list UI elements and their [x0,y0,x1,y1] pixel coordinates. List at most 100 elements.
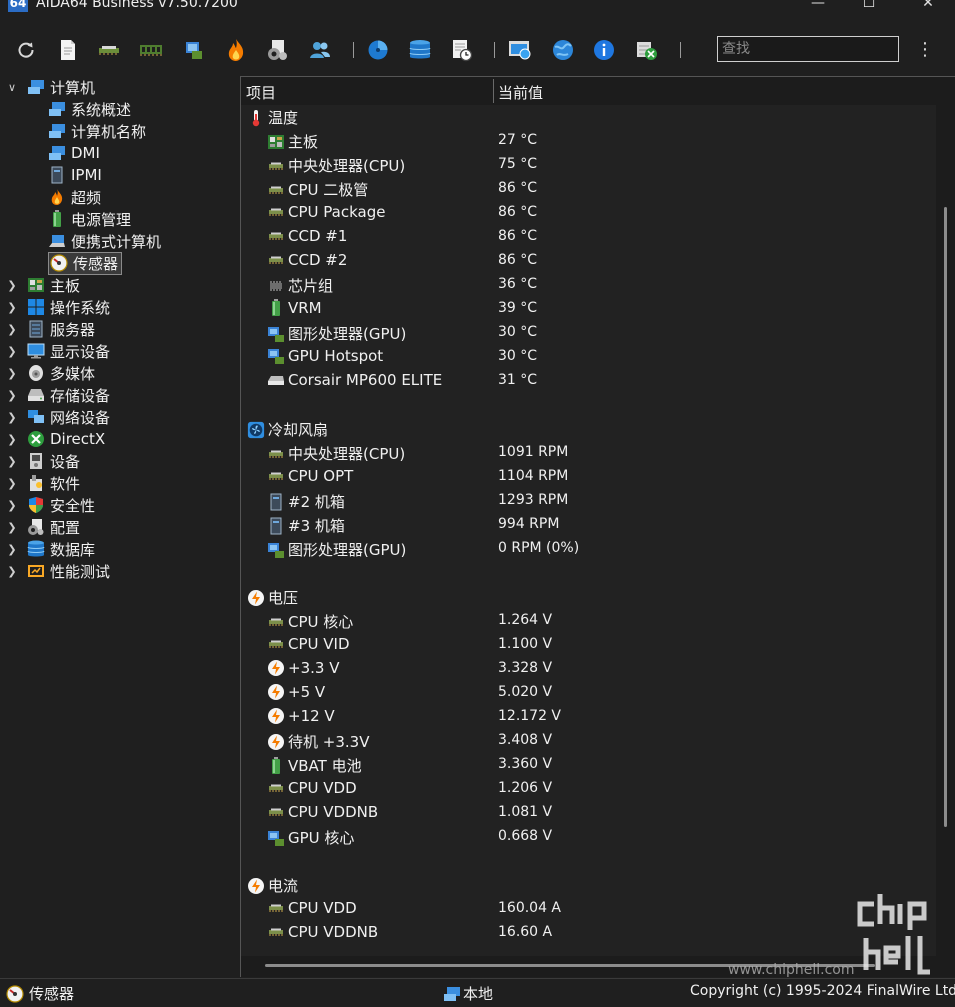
chevron-right-icon[interactable]: ❯ [5,274,19,296]
sensor-row[interactable]: 中央处理器(CPU) 75 °C [241,153,936,177]
database-icon[interactable] [408,38,432,62]
chevron-right-icon[interactable]: ❯ [5,472,19,494]
tree-child-item[interactable]: IPMI [48,164,102,186]
tree-item[interactable]: ❯ 操作系统 [5,296,110,318]
tree-child-item[interactable]: DMI [48,142,100,164]
chevron-right-icon[interactable]: ❯ [5,538,19,560]
config-icon[interactable] [266,38,290,62]
tree-item[interactable]: ❯ 设备 [5,450,80,472]
memory-icon[interactable] [139,38,163,62]
sensor-row[interactable]: CPU VID 1.100 V [241,633,936,657]
sensor-row[interactable]: CPU VDD 160.04 A [241,897,936,921]
sensor-row[interactable]: +3.3 V 3.328 V [241,657,936,681]
sensor-row[interactable]: Corsair MP600 ELITE 31 °C [241,369,936,393]
chevron-right-icon[interactable]: ❯ [5,384,19,406]
info-icon[interactable] [592,38,616,62]
excel-icon[interactable] [635,38,659,62]
tree-child-item[interactable]: 传感器 [48,251,123,275]
tree-item-wrap[interactable]: 便携式计算机 [48,231,161,252]
tree-item-computer[interactable]: ∨ 计算机 [5,76,95,98]
tree-item[interactable]: ❯ DirectX [5,428,105,450]
disk-icon[interactable] [366,38,390,62]
tree-child-item[interactable]: 计算机名称 [48,120,146,142]
chevron-right-icon[interactable]: ❯ [5,362,19,384]
tree-item[interactable]: ❯ 安全性 [5,494,95,516]
chevron-right-icon[interactable]: ❯ [5,340,19,362]
chevron-right-icon[interactable]: ❯ [5,406,19,428]
sensor-row[interactable]: #3 机箱 994 RPM [241,513,936,537]
schedule-icon[interactable] [450,38,474,62]
close-button[interactable]: ✕ [905,0,951,14]
report-icon[interactable] [56,38,80,62]
sensor-row[interactable]: +12 V 12.172 V [241,705,936,729]
chevron-right-icon[interactable]: ❯ [5,516,19,538]
motherboard-icon[interactable] [97,38,121,62]
sensor-row[interactable]: VRM 39 °C [241,297,936,321]
tree-item[interactable]: ❯ 显示设备 [5,340,110,362]
tree-item[interactable]: ❯ 服务器 [5,318,95,340]
vertical-scrollbar[interactable] [944,207,947,827]
tree-item-wrap[interactable]: 系统概述 [48,99,131,120]
sensor-row[interactable]: CCD #1 86 °C [241,225,936,249]
selected-highlight[interactable]: 传感器 [48,251,123,275]
refresh-icon[interactable] [14,38,38,62]
tree-item-wrap[interactable]: 超频 [48,187,101,208]
sensor-row[interactable]: VBAT 电池 3.360 V [241,753,936,777]
overclock-icon[interactable] [224,38,248,62]
tree-item[interactable]: ❯ 主板 [5,274,80,296]
network-icon[interactable] [551,38,575,62]
sensor-row[interactable]: CPU VDDNB 16.60 A [241,921,936,945]
chevron-right-icon[interactable]: ❯ [5,450,19,472]
tree-item[interactable]: ❯ 多媒体 [5,362,95,384]
sensor-row[interactable]: CPU 核心 1.264 V [241,609,936,633]
sensor-group-header[interactable]: 电流 [241,873,936,897]
sensor-row[interactable]: GPU 核心 0.668 V [241,825,936,849]
tree-item[interactable]: ❯ 存储设备 [5,384,110,406]
chevron-right-icon[interactable]: ❯ [5,428,19,450]
sensor-row[interactable]: #2 机箱 1293 RPM [241,489,936,513]
tree-item[interactable]: ❯ 性能测试 [5,560,110,582]
tree-item[interactable]: ❯ 软件 [5,472,80,494]
sensor-row[interactable]: CPU Package 86 °C [241,201,936,225]
sensor-row[interactable]: CPU VDD 1.206 V [241,777,936,801]
tree-item-wrap[interactable]: 电源管理 [48,209,131,230]
chevron-right-icon[interactable]: ❯ [5,494,19,516]
sensor-row[interactable]: +5 V 5.020 V [241,681,936,705]
tree-child-item[interactable]: 电源管理 [48,208,131,230]
maximize-button[interactable]: ☐ [846,0,892,14]
sensor-row[interactable]: 芯片组 36 °C [241,273,936,297]
column-divider[interactable] [493,79,494,103]
tree-item-wrap[interactable]: DMI [48,144,100,162]
chevron-right-icon[interactable]: ❯ [5,318,19,340]
chevron-down-icon[interactable]: ∨ [5,76,19,98]
sensor-row[interactable]: CCD #2 86 °C [241,249,936,273]
tree-child-item[interactable]: 超频 [48,186,101,208]
tree-item-wrap[interactable]: 计算机名称 [48,121,146,142]
tree-item-wrap[interactable]: IPMI [48,166,102,184]
search-input[interactable] [717,36,899,62]
sensor-group-header[interactable]: 温度 [241,105,936,129]
tree-item[interactable]: ❯ 数据库 [5,538,95,560]
gpu-icon[interactable] [182,38,206,62]
column-header-value[interactable]: 当前值 [498,82,543,103]
sensor-group-header[interactable]: 冷却风扇 [241,417,936,441]
sensor-group-header[interactable]: 电压 [241,585,936,609]
sensor-row[interactable]: 待机 +3.3V 3.408 V [241,729,936,753]
sensor-row[interactable]: GPU Hotspot 30 °C [241,345,936,369]
user-icon[interactable] [308,38,332,62]
chevron-right-icon[interactable]: ❯ [5,296,19,318]
sensor-row[interactable]: 主板 27 °C [241,129,936,153]
sensor-row[interactable]: 中央处理器(CPU) 1091 RPM [241,441,936,465]
network-monitor-icon[interactable] [508,38,532,62]
column-header-item[interactable]: 项目 [246,82,276,103]
tree-item[interactable]: ❯ 网络设备 [5,406,110,428]
sensor-row[interactable]: 图形处理器(GPU) 0 RPM (0%) [241,537,936,561]
sensor-row[interactable]: CPU VDDNB 1.081 V [241,801,936,825]
chevron-right-icon[interactable]: ❯ [5,560,19,582]
tree-child-item[interactable]: 便携式计算机 [48,230,161,252]
sensor-row[interactable]: CPU OPT 1104 RPM [241,465,936,489]
sensor-row[interactable]: 图形处理器(GPU) 30 °C [241,321,936,345]
more-menu-icon[interactable]: ⋮ [916,40,934,60]
minimize-button[interactable]: — [795,0,841,14]
tree-child-item[interactable]: 系统概述 [48,98,131,120]
